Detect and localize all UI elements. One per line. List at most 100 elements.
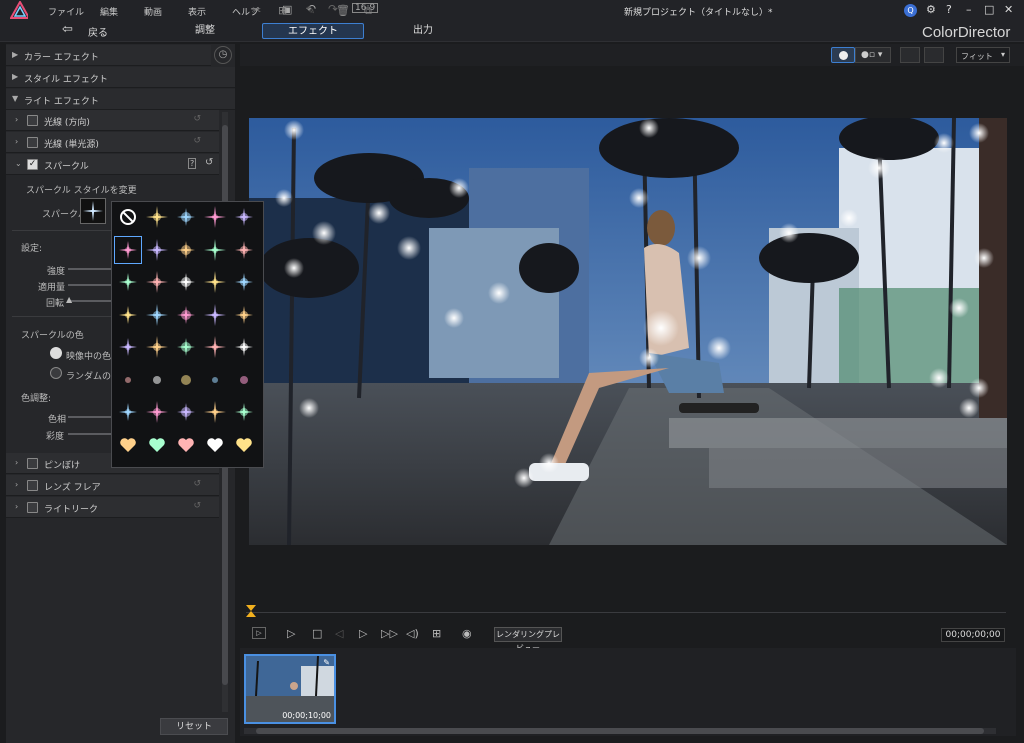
saturation-slider[interactable]	[68, 433, 112, 435]
stop-icon[interactable]: □	[312, 627, 322, 640]
light-leak-checkbox[interactable]	[27, 502, 38, 513]
trash-icon[interactable]: 🗑	[336, 4, 350, 17]
rotation-slider[interactable]	[68, 300, 112, 302]
clip-thumbnail[interactable]: 00;00;10;00 ✎	[244, 654, 336, 724]
volume-icon[interactable]: ◁)	[406, 627, 419, 640]
sparkle-style-option[interactable]	[201, 398, 229, 426]
tab-adjust[interactable]: 調整	[170, 23, 240, 39]
sparkle-style-option[interactable]	[230, 203, 258, 231]
sparkle-style-option[interactable]	[230, 268, 258, 296]
sparkle-style-option[interactable]	[230, 431, 258, 459]
sparkle-style-option[interactable]	[172, 431, 200, 459]
reset-icon[interactable]: ↺	[193, 114, 201, 124]
brush-icon[interactable]: ✎	[306, 4, 315, 17]
minimize-icon[interactable]: –	[966, 3, 972, 16]
item-light-leak[interactable]: › ライトリーク ↺	[6, 497, 219, 518]
reset-icon[interactable]: ↺	[205, 157, 213, 168]
sparkle-style-option[interactable]	[143, 333, 171, 361]
no-sparkle-icon[interactable]	[114, 203, 142, 231]
reset-icon[interactable]: ↺	[193, 136, 201, 146]
sparkle-style-option[interactable]	[114, 398, 142, 426]
filmstrip-scrollbar-thumb[interactable]	[256, 728, 984, 734]
sparkle-style-option[interactable]	[201, 366, 229, 394]
hue-slider[interactable]	[68, 416, 112, 418]
edit-pencil-icon[interactable]: ✎	[323, 658, 330, 667]
sparkle-style-selector[interactable]	[80, 198, 106, 224]
scissors-icon[interactable]: ✂	[252, 4, 261, 17]
sparkle-style-option[interactable]	[114, 235, 142, 264]
sparkle-style-option[interactable]	[201, 236, 229, 264]
sparkle-style-option[interactable]	[230, 236, 258, 264]
section-color-effect[interactable]: ▶ カラー エフェクト	[6, 45, 211, 66]
sparkle-style-option[interactable]	[230, 398, 258, 426]
sparkle-style-option[interactable]	[143, 431, 171, 459]
sparkle-style-option[interactable]	[201, 431, 229, 459]
history-icon[interactable]: ◷	[214, 46, 232, 64]
sparkle-style-option[interactable]	[201, 301, 229, 329]
view-single-button[interactable]	[831, 47, 855, 63]
sparkle-style-option[interactable]	[114, 301, 142, 329]
help-icon[interactable]: ?	[946, 3, 952, 16]
account-icon[interactable]: Q	[904, 4, 917, 17]
sparkle-style-option[interactable]	[172, 398, 200, 426]
render-preview-toggle-icon[interactable]: ◉	[462, 627, 472, 640]
sparkle-style-option[interactable]	[143, 366, 171, 394]
preview-mode-icon[interactable]: ▷	[252, 627, 266, 639]
sparkle-style-option[interactable]	[172, 236, 200, 264]
bokeh-checkbox[interactable]	[27, 458, 38, 469]
menu-view[interactable]: 表示	[188, 5, 206, 18]
help-icon[interactable]: ?	[188, 158, 197, 169]
preview-image[interactable]	[249, 118, 1007, 545]
sparkle-style-option[interactable]	[143, 398, 171, 426]
fast-forward-icon[interactable]: ▷▷	[381, 627, 398, 640]
section-light-effect[interactable]: ▼ ライト エフェクト	[6, 89, 235, 110]
sparkle-style-option[interactable]	[230, 333, 258, 361]
settings-gear-icon[interactable]: ⚙	[926, 3, 936, 16]
zoom-fit-dropdown[interactable]: フィット ▾	[956, 47, 1010, 63]
ray-single-checkbox[interactable]	[27, 137, 38, 148]
slider-handle[interactable]: ▲	[66, 295, 72, 304]
close-icon[interactable]: ✕	[1004, 3, 1013, 16]
image-info-icon[interactable]	[924, 47, 944, 63]
random-color-radio[interactable]	[50, 367, 62, 379]
crop-icon[interactable]: ⧉	[364, 4, 372, 18]
next-frame-icon[interactable]: ▷	[359, 627, 367, 640]
sparkle-checkbox[interactable]: ✓	[27, 159, 38, 170]
navigator-icon[interactable]	[900, 47, 920, 63]
sparkle-style-option[interactable]	[114, 268, 142, 296]
sparkle-style-option[interactable]	[172, 366, 200, 394]
back-arrow-icon[interactable]: ⇦	[62, 22, 73, 37]
tab-effect[interactable]: エフェクト	[262, 23, 364, 39]
menu-file[interactable]: ファイル	[48, 5, 84, 18]
playhead-hourglass-icon[interactable]	[245, 604, 257, 618]
sparkle-style-option[interactable]	[172, 203, 200, 231]
sparkle-style-option[interactable]	[114, 431, 142, 459]
reset-icon[interactable]: ↺	[193, 479, 201, 489]
previous-frame-icon[interactable]: ◁	[335, 627, 343, 640]
sparkle-style-option[interactable]	[143, 203, 171, 231]
item-lens-flare[interactable]: › レンズ フレア ↺	[6, 475, 219, 496]
reset-button[interactable]: リセット	[160, 718, 228, 735]
sparkle-style-option[interactable]	[143, 236, 171, 264]
item-sparkle[interactable]: ⌄ ✓ スパークル ? ↺	[6, 154, 219, 175]
sparkle-style-option[interactable]	[201, 268, 229, 296]
render-preview-button[interactable]: レンダリングプレビュー	[494, 627, 562, 653]
item-ray-single[interactable]: › 光線 (単光源) ↺	[6, 132, 219, 153]
color-from-video-radio[interactable]	[50, 347, 62, 359]
back-button[interactable]: 戻る	[88, 24, 108, 39]
tab-output[interactable]: 出力	[388, 23, 458, 39]
amount-slider[interactable]	[68, 284, 112, 286]
grid-icon[interactable]: ⊞	[432, 627, 441, 640]
sparkle-style-option[interactable]	[172, 301, 200, 329]
lens-flare-checkbox[interactable]	[27, 480, 38, 491]
sparkle-style-option[interactable]	[114, 366, 142, 394]
ray-direction-checkbox[interactable]	[27, 115, 38, 126]
menu-edit[interactable]: 編集	[100, 5, 118, 18]
menu-video[interactable]: 動画	[144, 5, 162, 18]
timeline-track[interactable]	[246, 612, 1006, 613]
play-icon[interactable]: ▷	[287, 627, 295, 640]
sparkle-style-option[interactable]	[143, 268, 171, 296]
sparkle-style-option[interactable]	[172, 268, 200, 296]
intensity-slider[interactable]	[68, 268, 112, 270]
sparkle-style-option[interactable]	[201, 333, 229, 361]
